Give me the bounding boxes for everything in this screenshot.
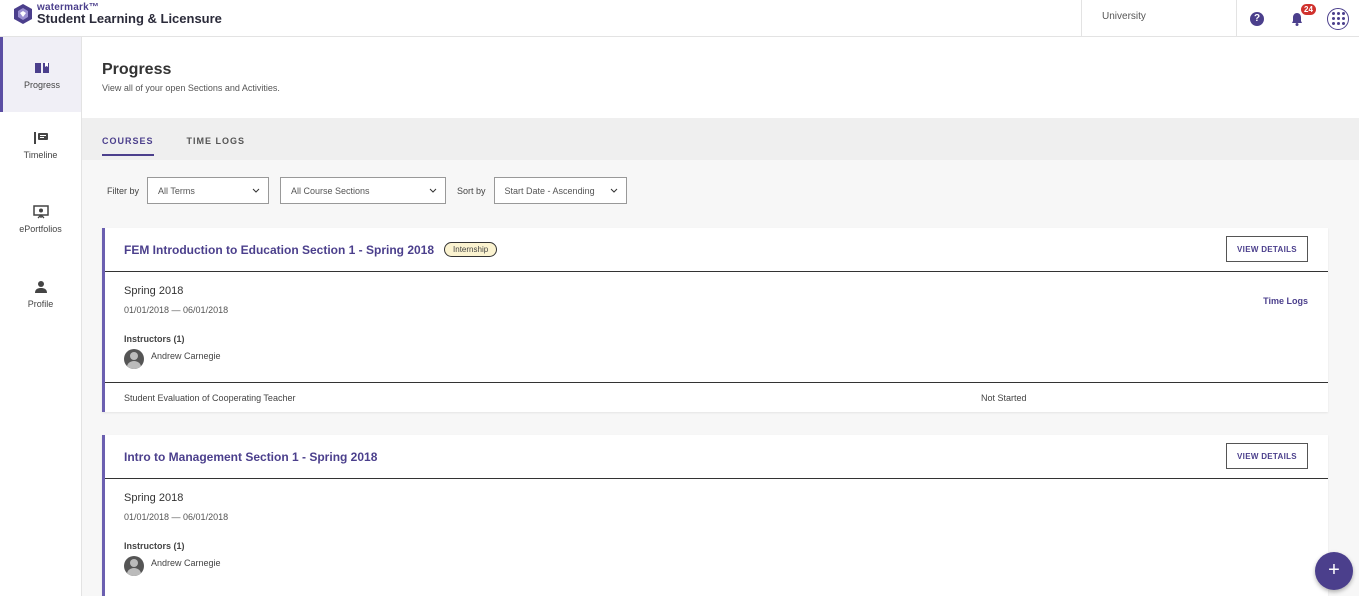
- help-button[interactable]: ?: [1237, 0, 1277, 37]
- timeline-icon: [33, 132, 48, 144]
- instructor: Andrew Carnegie: [124, 556, 1309, 576]
- view-details-button[interactable]: VIEW DETAILS: [1226, 443, 1308, 469]
- time-logs-link[interactable]: Time Logs: [1263, 296, 1308, 306]
- sidebar-item-label: Timeline: [23, 150, 58, 160]
- instructors-label: Instructors (1): [124, 541, 185, 551]
- course-dates: 01/01/2018 — 06/01/2018: [124, 512, 229, 522]
- course-dates: 01/01/2018 — 06/01/2018: [124, 305, 229, 315]
- notifications-button[interactable]: 24: [1277, 0, 1317, 37]
- notification-count-badge: 24: [1301, 4, 1316, 15]
- activity-name: Student Evaluation of Cooperating Teache…: [124, 392, 296, 403]
- app-title[interactable]: Student Learning & Licensure: [37, 11, 222, 26]
- course-card-header: Intro to Management Section 1 - Spring 2…: [105, 435, 1328, 479]
- page-title: Progress: [102, 61, 172, 78]
- sort-select-value: Start Date - Ascending: [504, 185, 595, 196]
- page-header: Progress View all of your open Sections …: [82, 37, 1359, 118]
- help-icon: ?: [1250, 11, 1264, 26]
- section-select-value: All Course Sections: [291, 185, 370, 196]
- instructor-name: Andrew Carnegie: [151, 351, 221, 361]
- avatar-icon: [124, 349, 144, 369]
- activity-status: Not Started: [981, 392, 1027, 403]
- instructor-name: Andrew Carnegie: [151, 558, 221, 568]
- course-term: Spring 2018: [124, 492, 184, 504]
- sidebar-item-profile[interactable]: Profile: [0, 280, 81, 355]
- main-content: Progress View all of your open Sections …: [82, 37, 1359, 596]
- sidebar-item-timeline[interactable]: Timeline: [0, 131, 81, 206]
- sidebar-item-label: Progress: [23, 80, 60, 90]
- page-subtitle: View all of your open Sections and Activ…: [102, 83, 280, 93]
- filter-bar: Filter by All Terms All Course Sections …: [107, 177, 638, 204]
- apps-grid-icon: [1327, 7, 1349, 30]
- sort-select[interactable]: Start Date - Ascending: [493, 177, 627, 204]
- sidebar: Progress Timeline ePortfolios Profile: [0, 37, 82, 596]
- sidebar-item-label: Profile: [27, 299, 54, 309]
- apps-menu-button[interactable]: [1317, 0, 1359, 37]
- watermark-logo-icon[interactable]: [13, 3, 33, 25]
- filter-by-label: Filter by: [107, 185, 140, 196]
- course-card-body: Spring 2018 01/01/2018 — 06/01/2018 Inst…: [105, 479, 1328, 589]
- course-card: FEM Introduction to Education Section 1 …: [102, 228, 1328, 412]
- view-details-button[interactable]: VIEW DETAILS: [1226, 236, 1308, 262]
- activity-row[interactable]: Student Evaluation of Cooperating Teache…: [105, 382, 1328, 412]
- institution-selector[interactable]: University: [1081, 0, 1237, 37]
- course-title[interactable]: Intro to Management Section 1 - Spring 2…: [124, 450, 377, 464]
- top-right-controls: University ? 24: [1081, 0, 1359, 37]
- sidebar-item-progress[interactable]: Progress: [0, 37, 81, 112]
- course-term: Spring 2018: [124, 285, 184, 297]
- chevron-down-icon: [252, 188, 260, 193]
- course-card-body: Spring 2018 01/01/2018 — 06/01/2018 Inst…: [105, 272, 1328, 382]
- avatar-icon: [124, 556, 144, 576]
- book-icon: [35, 62, 49, 73]
- section-select[interactable]: All Course Sections: [280, 177, 447, 204]
- tab-time-logs[interactable]: TIME LOGS: [187, 118, 246, 156]
- tab-bar: COURSES TIME LOGS: [82, 118, 1359, 160]
- top-bar: watermark™ Student Learning & Licensure …: [0, 0, 1359, 37]
- chevron-down-icon: [429, 188, 437, 193]
- bell-icon: [1292, 12, 1302, 26]
- course-card: Intro to Management Section 1 - Spring 2…: [102, 435, 1328, 596]
- course-card-header: FEM Introduction to Education Section 1 …: [105, 228, 1328, 272]
- sort-by-label: Sort by: [457, 185, 486, 196]
- term-select-value: All Terms: [158, 185, 195, 196]
- sidebar-item-eportfolios[interactable]: ePortfolios: [0, 205, 81, 280]
- course-type-tag: Internship: [444, 242, 498, 257]
- tab-courses[interactable]: COURSES: [102, 118, 154, 156]
- instructors-label: Instructors (1): [124, 334, 185, 344]
- sidebar-item-label: ePortfolios: [19, 224, 62, 234]
- presentation-icon: [32, 205, 49, 219]
- chevron-down-icon: [610, 188, 617, 193]
- instructor: Andrew Carnegie: [124, 349, 1309, 369]
- course-title[interactable]: FEM Introduction to Education Section 1 …: [124, 243, 434, 257]
- add-button[interactable]: +: [1315, 552, 1353, 590]
- person-icon: [34, 281, 47, 293]
- term-select[interactable]: All Terms: [147, 177, 270, 204]
